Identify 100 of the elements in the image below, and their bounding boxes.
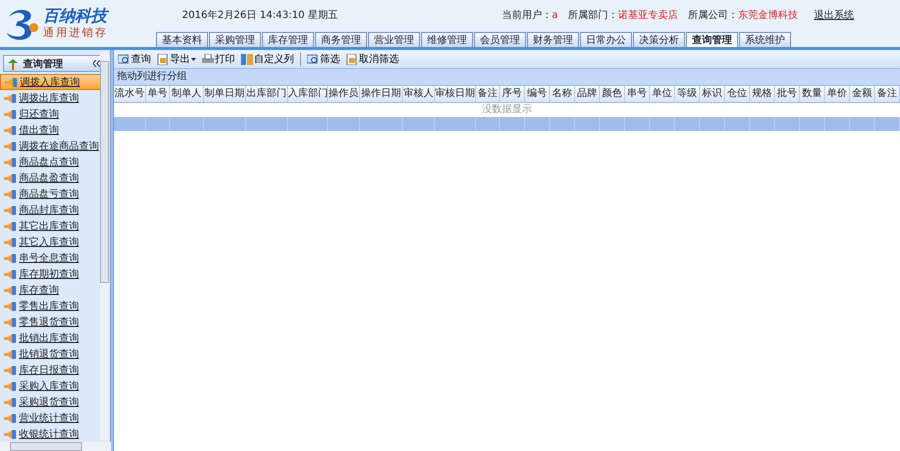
column-header[interactable]: 操作员: [328, 86, 360, 102]
speaker-icon: [4, 364, 16, 376]
column-header[interactable]: 标识: [700, 86, 725, 102]
nav-tab[interactable]: 查询管理: [686, 32, 738, 47]
column-header[interactable]: 颜色: [600, 86, 625, 102]
empty-message: 没数据显示: [481, 103, 533, 117]
document-icon: [157, 54, 169, 64]
column-header[interactable]: 制单日期: [204, 86, 246, 102]
sidebar-item[interactable]: 批销退货查询: [0, 346, 101, 362]
nav-tab[interactable]: 系统维护: [739, 32, 791, 47]
vertical-scrollbar[interactable]: [100, 53, 110, 440]
horizontal-scrollbar[interactable]: [0, 442, 111, 451]
speaker-icon: [4, 236, 16, 248]
speaker-icon: [4, 396, 16, 408]
column-header[interactable]: 审核人: [403, 86, 435, 102]
sidebar-item[interactable]: 采购入库查询: [0, 378, 101, 394]
sidebar-item[interactable]: 营业统计查询: [0, 410, 101, 426]
column-header[interactable]: 规格: [750, 86, 775, 102]
sidebar-item[interactable]: 借出查询: [0, 122, 101, 138]
column-header[interactable]: 单价: [825, 86, 850, 102]
column-header[interactable]: 入库部门: [288, 86, 328, 102]
nav-tab[interactable]: 决策分析: [633, 32, 685, 47]
column-header[interactable]: 品牌: [575, 86, 600, 102]
speaker-icon: [4, 204, 16, 216]
speaker-icon: [4, 156, 16, 168]
nav-tab[interactable]: 商务管理: [315, 32, 367, 47]
collapse-icon[interactable]: [93, 60, 100, 67]
sidebar-item[interactable]: 库存查询: [0, 282, 101, 298]
column-header[interactable]: 序号: [500, 86, 525, 102]
toolbar-button[interactable]: 查询: [118, 52, 151, 66]
toolbar-button[interactable]: 取消筛选: [346, 52, 399, 66]
column-header[interactable]: 出库部门: [246, 86, 288, 102]
toolbar-button[interactable]: 导出: [157, 52, 196, 66]
sidebar-item[interactable]: 串号全息查询: [0, 250, 101, 266]
column-header[interactable]: 金额: [850, 86, 875, 102]
toolbar-button[interactable]: 筛选: [300, 52, 340, 66]
sidebar-item[interactable]: 其它入库查询: [0, 234, 101, 250]
column-header[interactable]: 操作日期: [360, 86, 403, 102]
datetime-text: 2016年2月26日 14:43:10 星期五: [182, 8, 338, 22]
column-header[interactable]: 备注: [476, 86, 500, 102]
column-header[interactable]: 名称: [550, 86, 575, 102]
info-label: 所属部门：: [568, 8, 618, 22]
speaker-icon: [5, 76, 17, 88]
logo-title: 百纳科技: [43, 7, 108, 25]
speaker-icon: [4, 316, 16, 328]
column-header[interactable]: 单号: [146, 86, 170, 102]
nav-tab[interactable]: 日常办公: [580, 32, 632, 47]
sidebar-item[interactable]: 收银统计查询: [0, 426, 101, 442]
sidebar-item[interactable]: 采购退货查询: [0, 394, 101, 410]
sidebar-item[interactable]: 零售出库查询: [0, 298, 101, 314]
speaker-icon: [4, 412, 16, 424]
nav-tab[interactable]: 会员管理: [474, 32, 526, 47]
toolbar-button[interactable]: 打印: [202, 52, 235, 66]
sidebar-item[interactable]: 调拨在途商品查询: [0, 138, 101, 154]
nav-tab[interactable]: 采购管理: [209, 32, 261, 47]
sidebar-item[interactable]: 库存期初查询: [0, 266, 101, 282]
column-header[interactable]: 仓位: [725, 86, 750, 102]
sidebar-item[interactable]: 其它出库查询: [0, 218, 101, 234]
sidebar-item[interactable]: 归还查询: [0, 106, 101, 122]
sidebar-item[interactable]: 零售退货查询: [0, 314, 101, 330]
nav-tab[interactable]: 基本资料: [156, 32, 208, 47]
toolbar-button[interactable]: 自定义列: [241, 52, 294, 66]
nav-tab[interactable]: 营业管理: [368, 32, 420, 47]
logo-subtitle: 通用进销存: [43, 25, 108, 40]
sidebar-item[interactable]: 商品盘点查询: [0, 154, 101, 170]
sidebar-item[interactable]: 调拨入库查询: [0, 74, 101, 90]
sidebar-item[interactable]: 库存日报查询: [0, 362, 101, 378]
speaker-icon: [4, 220, 16, 232]
sidebar-item[interactable]: 商品盘盈查询: [0, 170, 101, 186]
nav-tab[interactable]: 库存管理: [262, 32, 314, 47]
group-bar: 拖动列进行分组: [114, 69, 900, 86]
nav-tab[interactable]: 维修管理: [421, 32, 473, 47]
printer-icon: [202, 54, 214, 64]
logout-link[interactable]: 退出系统: [814, 8, 854, 22]
column-header[interactable]: 流水号: [114, 86, 146, 102]
info-value: 东莞金博科技: [738, 8, 798, 22]
speaker-icon: [4, 428, 16, 440]
column-header[interactable]: 等级: [675, 86, 700, 102]
sidebar-item[interactable]: 批销出库查询: [0, 330, 101, 346]
column-header[interactable]: 审核日期: [435, 86, 476, 102]
column-header[interactable]: 单位: [650, 86, 675, 102]
speaker-icon: [4, 332, 16, 344]
sidebar-item[interactable]: 商品盘亏查询: [0, 186, 101, 202]
caret-icon: [191, 58, 196, 60]
nav-tab[interactable]: 财务管理: [527, 32, 579, 47]
column-header[interactable]: 备注: [875, 86, 900, 102]
column-header[interactable]: 编号: [525, 86, 550, 102]
sidebar-item[interactable]: 调拨出库查询: [0, 90, 101, 106]
speaker-icon: [4, 188, 16, 200]
speaker-icon: [4, 380, 16, 392]
column-header[interactable]: 数量: [800, 86, 825, 102]
tree-icon: [7, 58, 19, 70]
column-header[interactable]: 制单人: [170, 86, 204, 102]
sidebar-header[interactable]: 查询管理: [3, 55, 101, 72]
sidebar-item[interactable]: 商品封库查询: [0, 202, 101, 218]
column-header[interactable]: 串号: [625, 86, 650, 102]
info-value: 诺基亚专卖店: [618, 8, 678, 22]
column-header[interactable]: 批号: [775, 86, 800, 102]
speaker-icon: [4, 252, 16, 264]
columns-icon: [241, 54, 253, 64]
